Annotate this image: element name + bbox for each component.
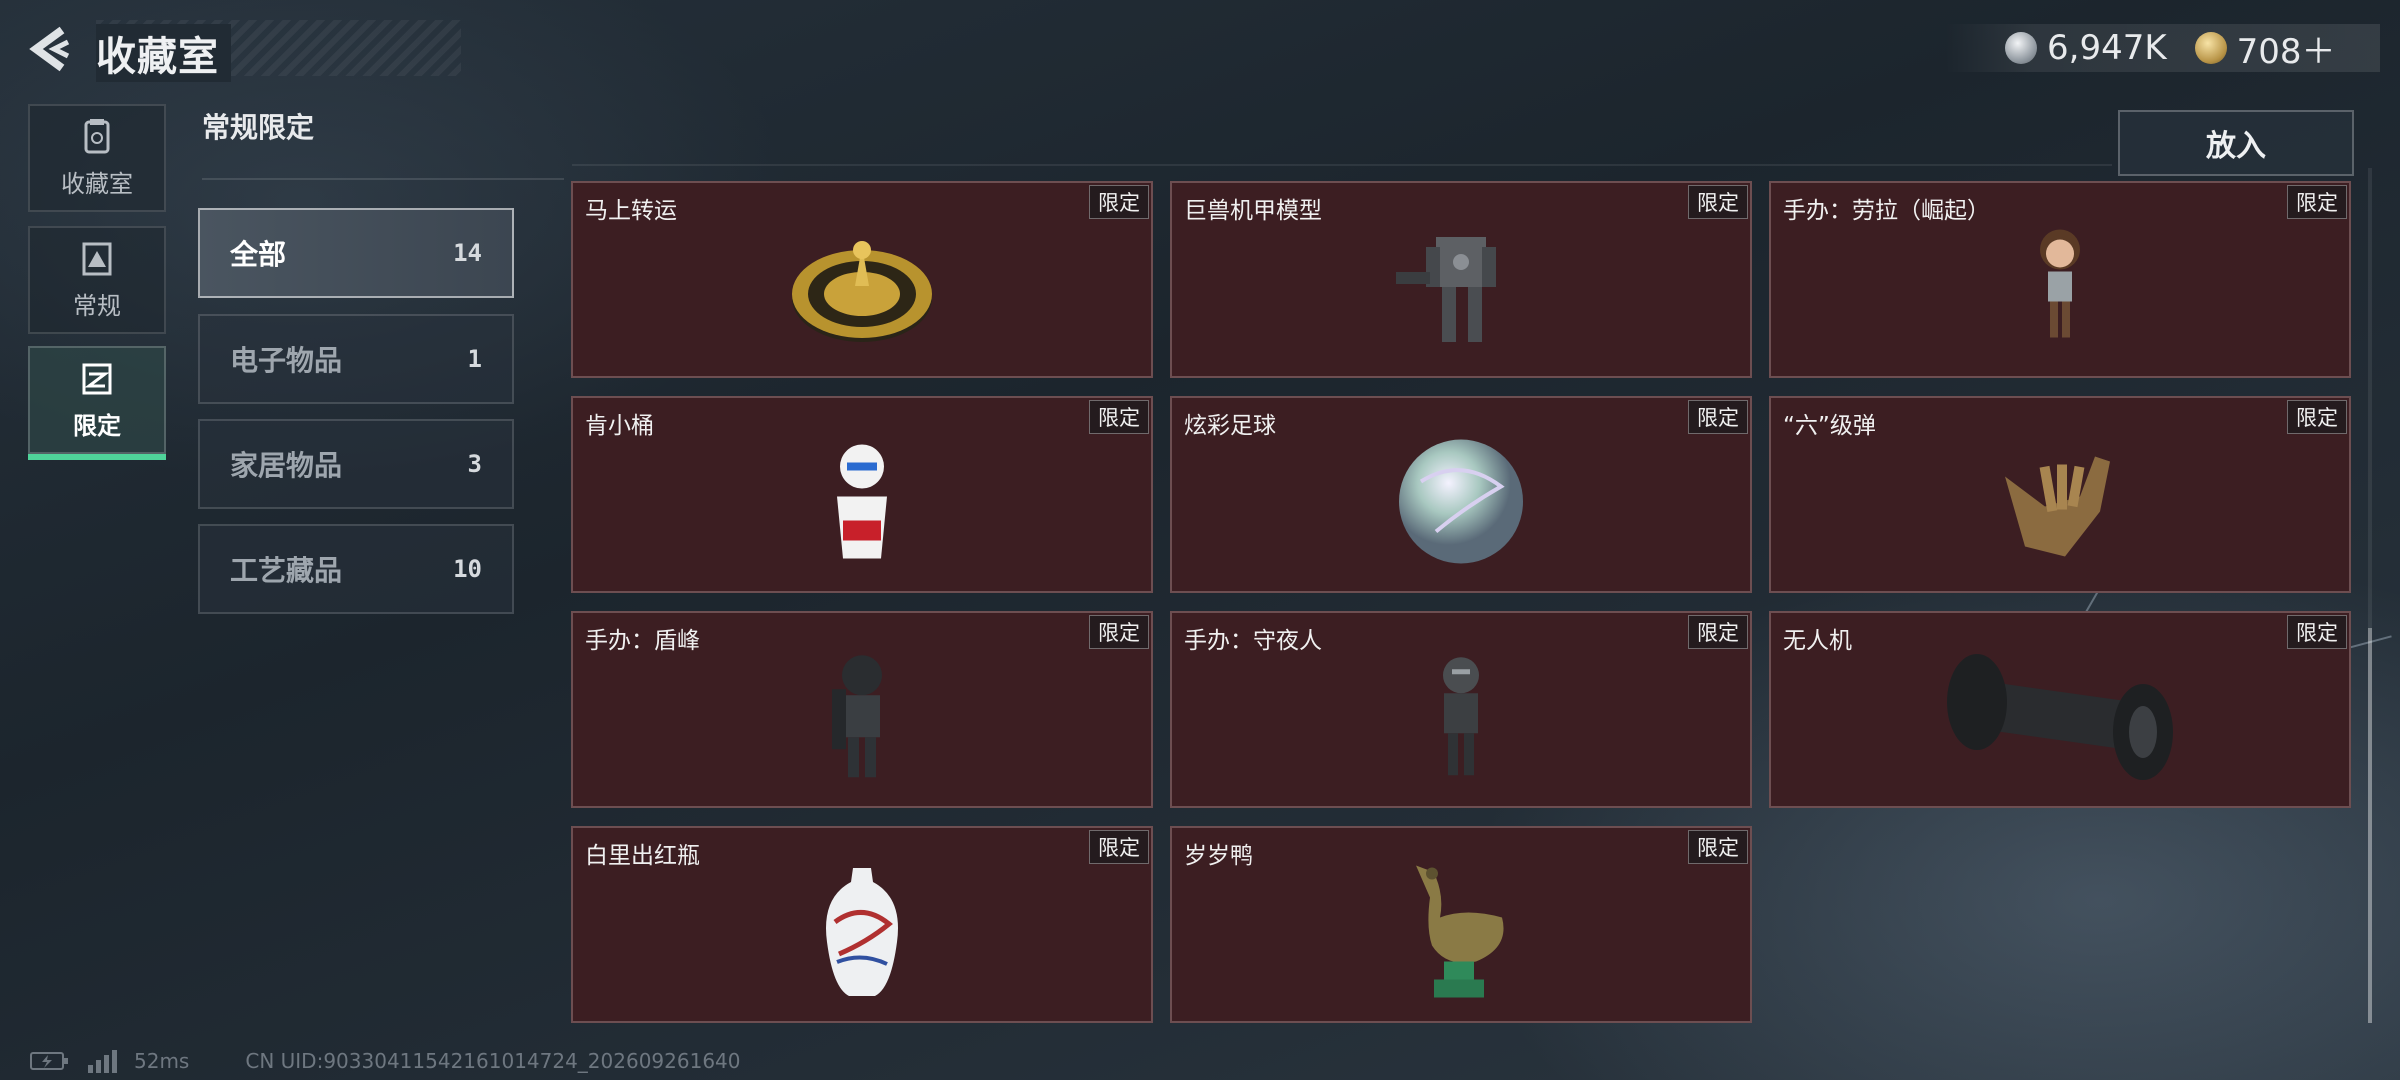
shield-soldier-figure-icon (832, 654, 882, 777)
title-bar: 收藏室 (96, 20, 461, 82)
bronze-duck-icon (1416, 865, 1504, 997)
page-title: 收藏室 (96, 24, 231, 82)
item-card[interactable]: “六”级弹 限定 (1769, 396, 2351, 593)
drone-icon (1947, 653, 2173, 780)
category-label: 电子物品 (230, 344, 343, 377)
user-uid: CN UID:90330411542161014724_202609261640 (245, 1049, 741, 1073)
night-watch-figure-icon (1443, 656, 1479, 775)
section-title: 常规限定 (202, 111, 315, 144)
divider (202, 178, 564, 180)
item-card[interactable]: 手办：盾峰 限定 (571, 611, 1153, 808)
signal-icon (88, 1050, 117, 1073)
nav-item-collection-room[interactable]: 收藏室 (28, 104, 166, 212)
limited-badge: 限定 (1688, 615, 1748, 649)
item-name: 白里出红瓶 (585, 843, 700, 869)
regular-icon (82, 242, 112, 275)
gold-coin-value[interactable]: 708＋ (2237, 24, 2336, 73)
silver-coin-value: 6,947K (2047, 28, 2167, 68)
limited-badge: 限定 (1089, 830, 1149, 864)
limited-badge: 限定 (2287, 185, 2347, 219)
category-all[interactable]: 全部 14 (198, 208, 514, 298)
item-name: 巨兽机甲模型 (1184, 198, 1322, 224)
category-label: 全部 (230, 238, 287, 271)
ping-value: 52ms (134, 1049, 190, 1073)
category-count: 1 (467, 345, 482, 373)
item-card[interactable]: 手办：劳拉（崛起） 限定 (1769, 181, 2351, 378)
mech-model-icon (1396, 236, 1496, 342)
porcelain-vase-icon (826, 867, 898, 996)
nav-label: 收藏室 (61, 169, 133, 198)
item-name: 手办：守夜人 (1184, 628, 1322, 654)
category-label: 家居物品 (230, 449, 343, 482)
category-electronics[interactable]: 电子物品 1 (198, 314, 514, 404)
limited-badge: 限定 (2287, 400, 2347, 434)
item-name: 手办：劳拉（崛起） (1783, 198, 1990, 224)
status-footer: 52ms CN UID:90330411542161014724_2026092… (30, 1048, 741, 1074)
bullet-hand-sculpture-icon (2005, 456, 2110, 556)
item-card[interactable]: 炫彩足球 限定 (1170, 396, 1752, 593)
category-crafts[interactable]: 工艺藏品 10 (198, 524, 514, 614)
divider (572, 164, 2112, 166)
category-count: 14 (453, 239, 482, 267)
limited-badge: 限定 (2287, 615, 2347, 649)
gold-coin-icon (2194, 32, 2227, 64)
limited-badge: 限定 (1089, 615, 1149, 649)
limited-badge: 限定 (1688, 830, 1748, 864)
category-count: 3 (467, 450, 482, 478)
limited-badge: 限定 (1688, 185, 1748, 219)
put-in-button[interactable]: 放入 (2118, 110, 2354, 176)
iridescent-football-icon (1399, 439, 1523, 563)
item-name: 无人机 (1783, 628, 1852, 654)
back-button[interactable] (28, 24, 72, 74)
silver-coin-icon (2005, 32, 2037, 64)
item-card[interactable]: 巨兽机甲模型 限定 (1170, 181, 1752, 378)
item-name: 岁岁鸭 (1184, 843, 1253, 869)
item-card[interactable]: 岁岁鸭 限定 (1170, 826, 1752, 1023)
kfc-bucket-figure-icon (837, 444, 887, 558)
item-name: 炫彩足球 (1184, 413, 1276, 439)
category-household[interactable]: 家居物品 3 (198, 419, 514, 509)
item-card[interactable]: 白里出红瓶 限定 (571, 826, 1153, 1023)
currency-bar: 6,947K 708＋ (1945, 24, 2380, 72)
nav-item-regular[interactable]: 常规 (28, 226, 166, 334)
golden-compass-plate-icon (792, 240, 932, 342)
item-card[interactable]: 无人机 限定 (1769, 611, 2351, 808)
item-name: 肯小桶 (585, 413, 654, 439)
collection-room-icon (84, 118, 110, 153)
limited-icon (82, 363, 112, 394)
limited-badge: 限定 (1089, 400, 1149, 434)
battery-icon (30, 1052, 68, 1070)
scrollbar-thumb[interactable] (2368, 628, 2372, 1023)
item-name: “六”级弹 (1783, 413, 1876, 439)
limited-badge: 限定 (1688, 400, 1748, 434)
category-label: 工艺藏品 (230, 554, 343, 587)
item-card[interactable]: 肯小桶 限定 (571, 396, 1153, 593)
nav-label: 常规 (73, 291, 121, 320)
lara-figure-icon (2040, 229, 2080, 337)
item-card[interactable]: 马上转运 限定 (571, 181, 1153, 378)
category-count: 10 (453, 555, 482, 583)
limited-badge: 限定 (1089, 185, 1149, 219)
nav-label: 限定 (73, 411, 121, 440)
item-name: 马上转运 (585, 198, 677, 224)
item-name: 手办：盾峰 (585, 628, 700, 654)
nav-item-limited[interactable]: 限定 (28, 346, 166, 460)
back-arrow-icon (29, 26, 70, 72)
item-card[interactable]: 手办：守夜人 限定 (1170, 611, 1752, 808)
